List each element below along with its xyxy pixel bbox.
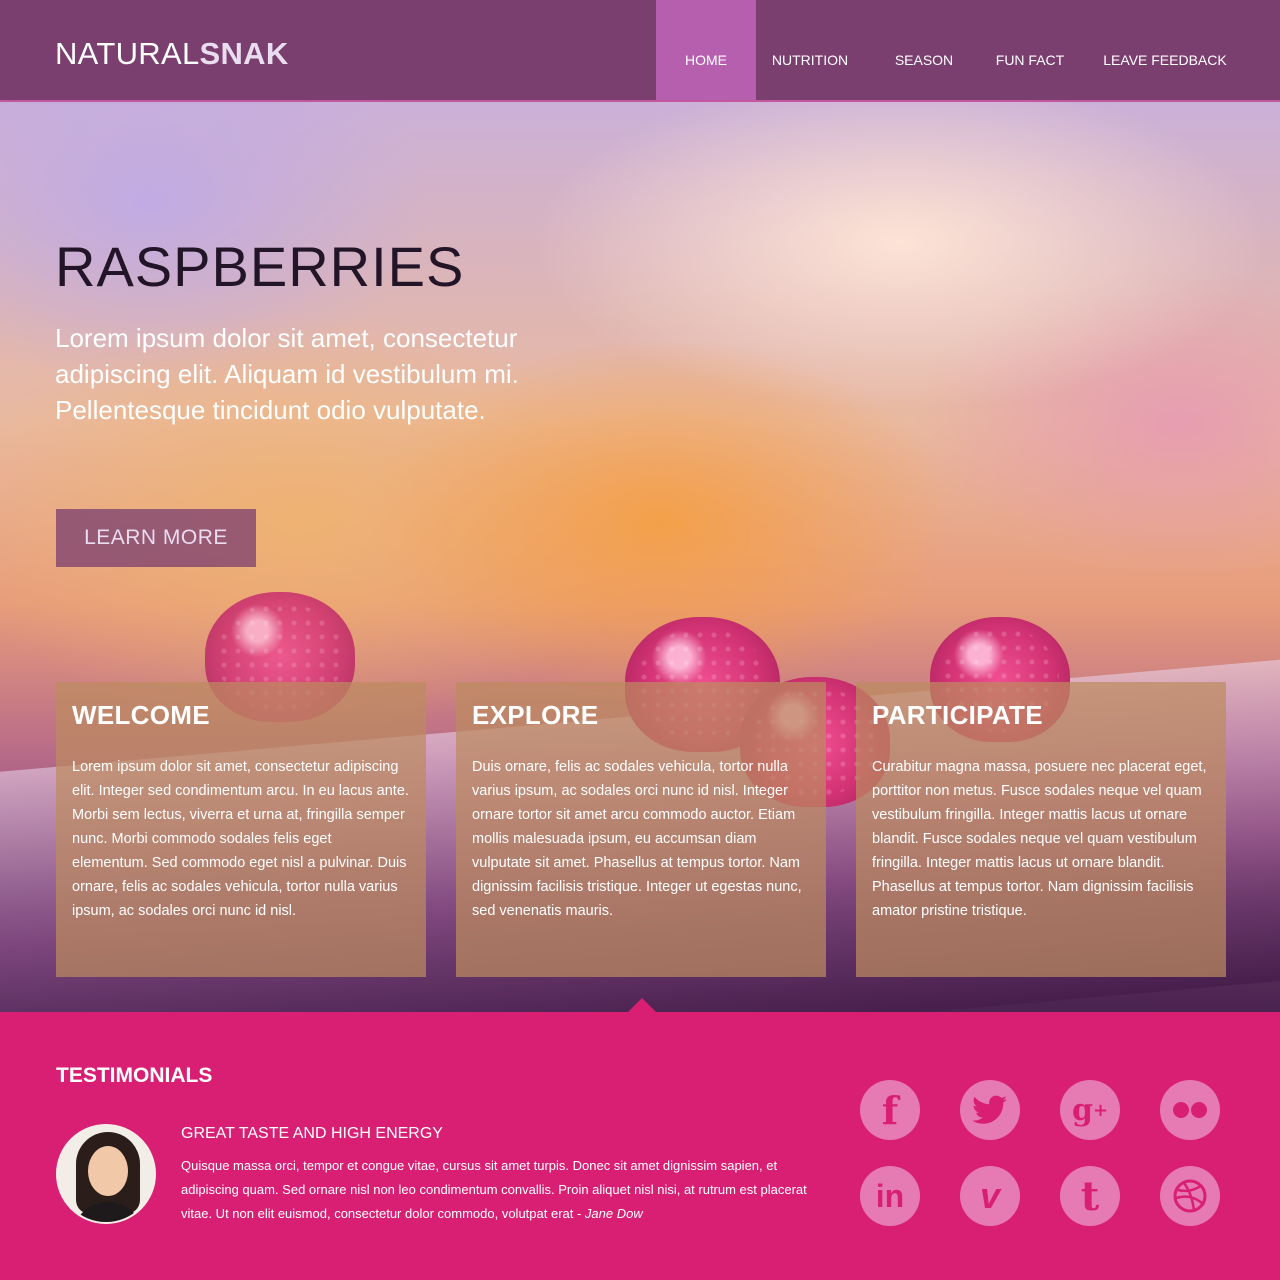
card-title: PARTICIPATE — [872, 700, 1043, 730]
flickr-icon[interactable] — [1160, 1080, 1220, 1140]
section-pointer — [628, 998, 656, 1012]
nav-season[interactable]: SEASON — [864, 0, 984, 100]
dribbble-icon[interactable] — [1160, 1166, 1220, 1226]
site-logo[interactable]: NATURALSNAK — [55, 36, 289, 72]
testimonials-title: TESTIMONIALS — [56, 1064, 213, 1087]
card-title: EXPLORE — [472, 700, 599, 730]
social-links: f g + in v t — [860, 1080, 1222, 1226]
hero-title: RASPBERRIES — [55, 235, 465, 298]
quote-title: GREAT TASTE AND HIGH ENERGY — [181, 1125, 443, 1142]
avatar — [56, 1124, 156, 1224]
hero-section: RASPBERRIES Lorem ipsum dolor sit amet, … — [0, 102, 1280, 1013]
logo-light-text: NATURAL — [55, 36, 200, 71]
nav-fun-fact[interactable]: FUN FACT — [984, 0, 1076, 100]
google-plus-icon[interactable]: g + — [1060, 1080, 1120, 1140]
participate-card: PARTICIPATE Curabitur magna massa, posue… — [856, 682, 1226, 977]
card-title: WELCOME — [72, 700, 210, 730]
site-header: NATURALSNAK HOME NUTRITION SEASON FUN FA… — [0, 0, 1280, 102]
card-text: Duis ornare, felis ac sodales vehicula, … — [472, 759, 802, 919]
welcome-card: WELCOME Lorem ipsum dolor sit amet, cons… — [56, 682, 426, 977]
linkedin-icon[interactable]: in — [860, 1166, 920, 1226]
avatar-face — [88, 1146, 128, 1196]
testimonials-section: TESTIMONIALS GREAT TASTE AND HIGH ENERGY… — [0, 998, 1280, 1280]
card-text: Lorem ipsum dolor sit amet, consectetur … — [72, 759, 409, 919]
nav-home[interactable]: HOME — [656, 0, 756, 100]
vimeo-icon[interactable]: v — [960, 1166, 1020, 1226]
nav-leave-feedback[interactable]: LEAVE FEEDBACK — [1076, 0, 1254, 100]
quote-author: Jane Dow — [584, 1206, 643, 1221]
quote-body: Quisque massa orci, tempor et congue vit… — [181, 1158, 807, 1221]
quote-text: Quisque massa orci, tempor et congue vit… — [181, 1154, 821, 1226]
main-nav: HOME NUTRITION SEASON FUN FACT LEAVE FEE… — [656, 0, 1254, 100]
nav-nutrition[interactable]: NUTRITION — [756, 0, 864, 100]
hero-description: Lorem ipsum dolor sit amet, consectetur … — [55, 323, 519, 425]
facebook-icon[interactable]: f — [860, 1080, 920, 1140]
explore-card: EXPLORE Duis ornare, felis ac sodales ve… — [456, 682, 826, 977]
tumblr-icon[interactable]: t — [1060, 1166, 1120, 1226]
logo-bold-text: SNAK — [199, 36, 289, 71]
learn-more-button[interactable]: LEARN MORE — [56, 509, 256, 567]
twitter-icon[interactable] — [960, 1080, 1020, 1140]
card-text: Curabitur magna massa, posuere nec place… — [872, 759, 1207, 919]
